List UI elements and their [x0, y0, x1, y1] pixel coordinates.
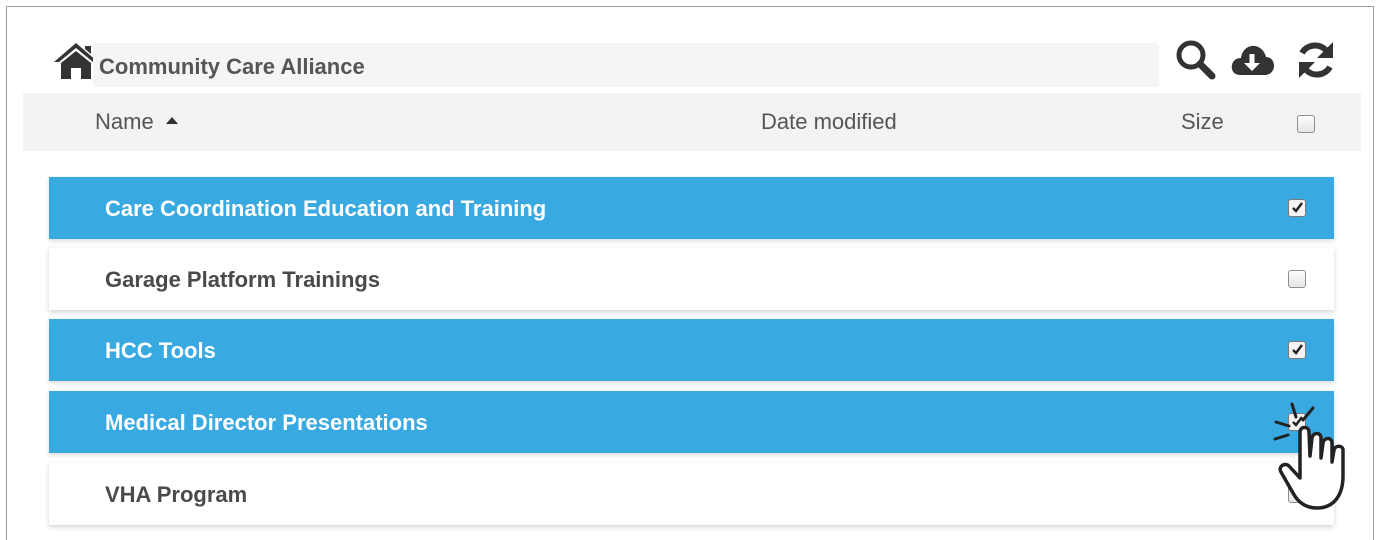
select-all-checkbox[interactable]: [1297, 115, 1315, 133]
cloud-download-icon[interactable]: [1229, 37, 1275, 83]
row-name: Care Coordination Education and Training: [105, 196, 547, 221]
check-icon: [1292, 202, 1303, 213]
table-row[interactable]: Garage Platform Trainings: [49, 248, 1334, 310]
column-name-header[interactable]: Name: [95, 109, 178, 135]
table-row[interactable]: Medical Director Presentations: [49, 391, 1334, 453]
column-size-header[interactable]: Size: [1181, 109, 1224, 135]
row-name: Medical Director Presentations: [105, 410, 428, 435]
table-row[interactable]: VHA Program: [49, 463, 1334, 525]
row-name: Garage Platform Trainings: [105, 267, 381, 292]
table-header: Name Date modified Size: [23, 93, 1361, 151]
row-name: HCC Tools: [105, 338, 216, 363]
row-checkbox[interactable]: [1288, 413, 1306, 431]
column-date-modified-header[interactable]: Date modified: [761, 109, 897, 135]
breadcrumb: Community Care Alliance: [93, 43, 1159, 87]
table-row[interactable]: Care Coordination Education and Training: [49, 177, 1334, 239]
row-checkbox[interactable]: [1288, 199, 1306, 217]
check-icon: [1292, 416, 1303, 427]
row-checkbox[interactable]: [1288, 270, 1306, 288]
row-checkbox[interactable]: [1288, 485, 1306, 503]
search-icon[interactable]: [1173, 37, 1219, 83]
column-name-label: Name: [95, 109, 154, 134]
check-icon: [1292, 344, 1303, 355]
refresh-icon[interactable]: [1293, 37, 1339, 83]
row-name: VHA Program: [105, 482, 248, 507]
file-browser-panel: Community Care Alliance Name Date modifi…: [6, 6, 1374, 540]
sort-ascending-icon: [165, 116, 178, 124]
table-row[interactable]: HCC Tools: [49, 319, 1334, 381]
current-folder-name: Community Care Alliance: [99, 54, 365, 79]
row-checkbox[interactable]: [1288, 341, 1306, 359]
